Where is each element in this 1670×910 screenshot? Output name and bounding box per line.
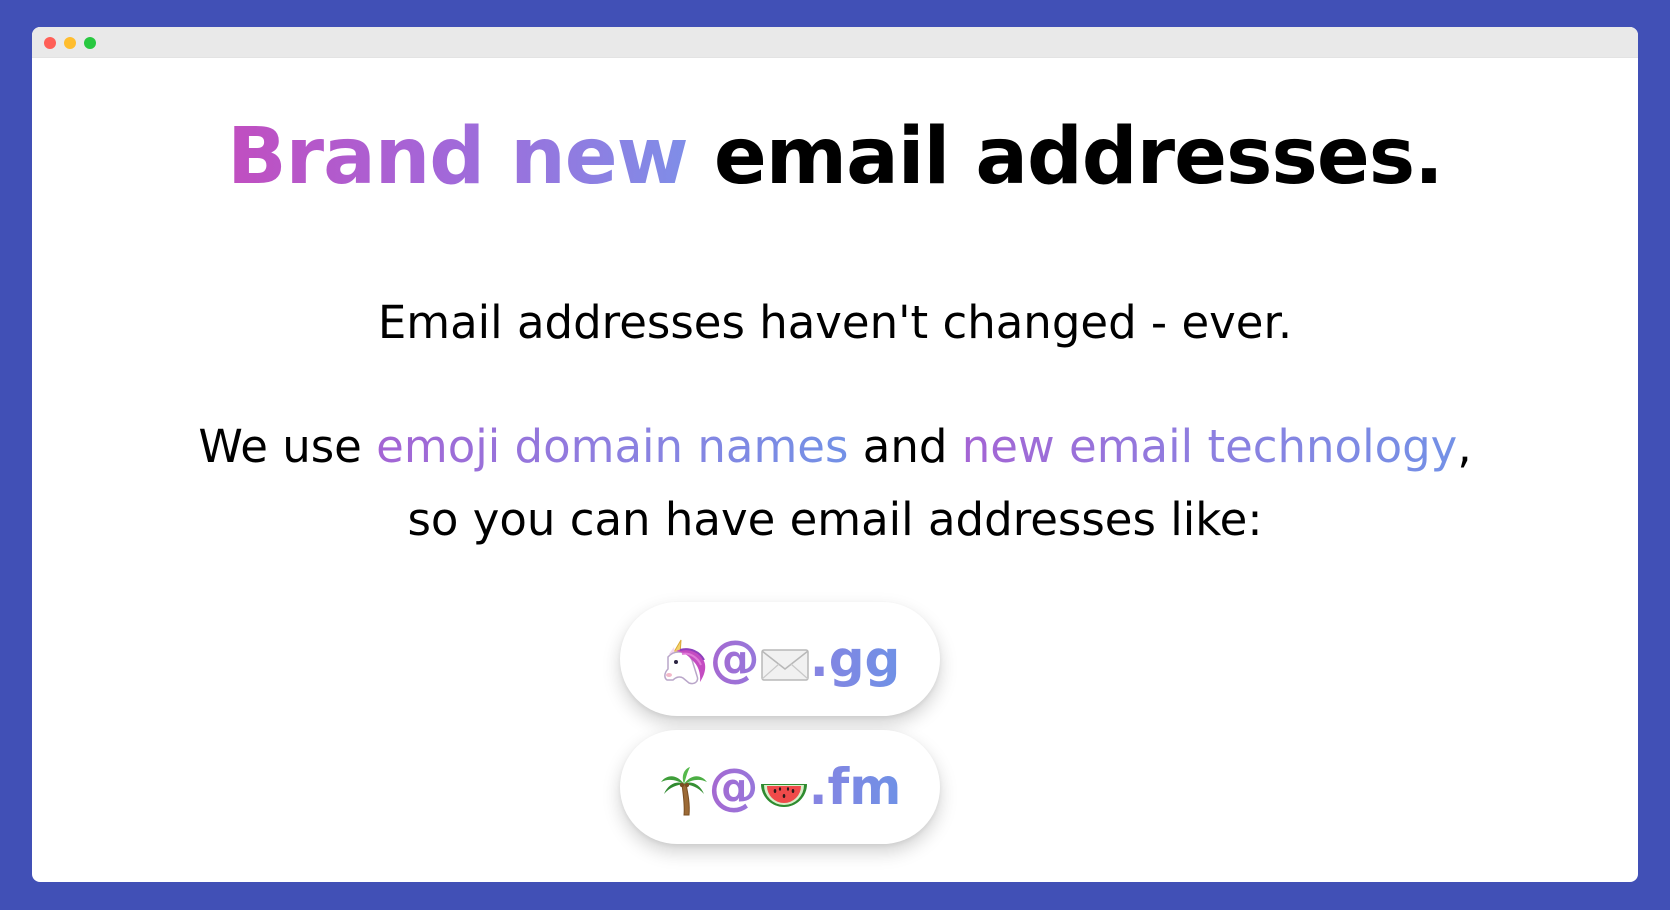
page-title: Brand new email addresses. [32, 118, 1638, 196]
palm-tree-icon [660, 766, 707, 815]
description: We use emoji domain names and new email … [182, 410, 1488, 556]
at-symbol: @ [708, 758, 759, 816]
tld: .gg [809, 630, 901, 688]
example-email-1: @ .gg [660, 630, 901, 688]
at-symbol: @ [709, 630, 760, 688]
tld: .fm [808, 758, 902, 816]
example-email-2: @ .fm [659, 758, 902, 816]
title-bar [32, 27, 1638, 58]
example-email-button-1[interactable]: @ .gg [620, 602, 940, 716]
unicorn-icon [663, 639, 705, 684]
emoji-domain-names-link[interactable]: emoji domain names [376, 420, 848, 473]
description-prefix: We use [198, 420, 377, 473]
minimize-window-button[interactable] [64, 37, 76, 49]
close-window-button[interactable] [44, 37, 56, 49]
watermelon-icon [760, 783, 807, 807]
envelope-icon [760, 648, 809, 681]
browser-window: Brand new email addresses. Email address… [32, 27, 1638, 882]
headline-rest: email addresses. [687, 112, 1444, 202]
new-email-technology-link[interactable]: new email technology [962, 420, 1458, 473]
description-middle: and [848, 420, 962, 473]
maximize-window-button[interactable] [84, 37, 96, 49]
headline-accent: Brand new [227, 112, 689, 202]
page-content: Brand new email addresses. Email address… [32, 58, 1638, 882]
subtitle: Email addresses haven't changed - ever. [377, 296, 1293, 349]
example-email-button-2[interactable]: @ .fm [620, 730, 940, 844]
